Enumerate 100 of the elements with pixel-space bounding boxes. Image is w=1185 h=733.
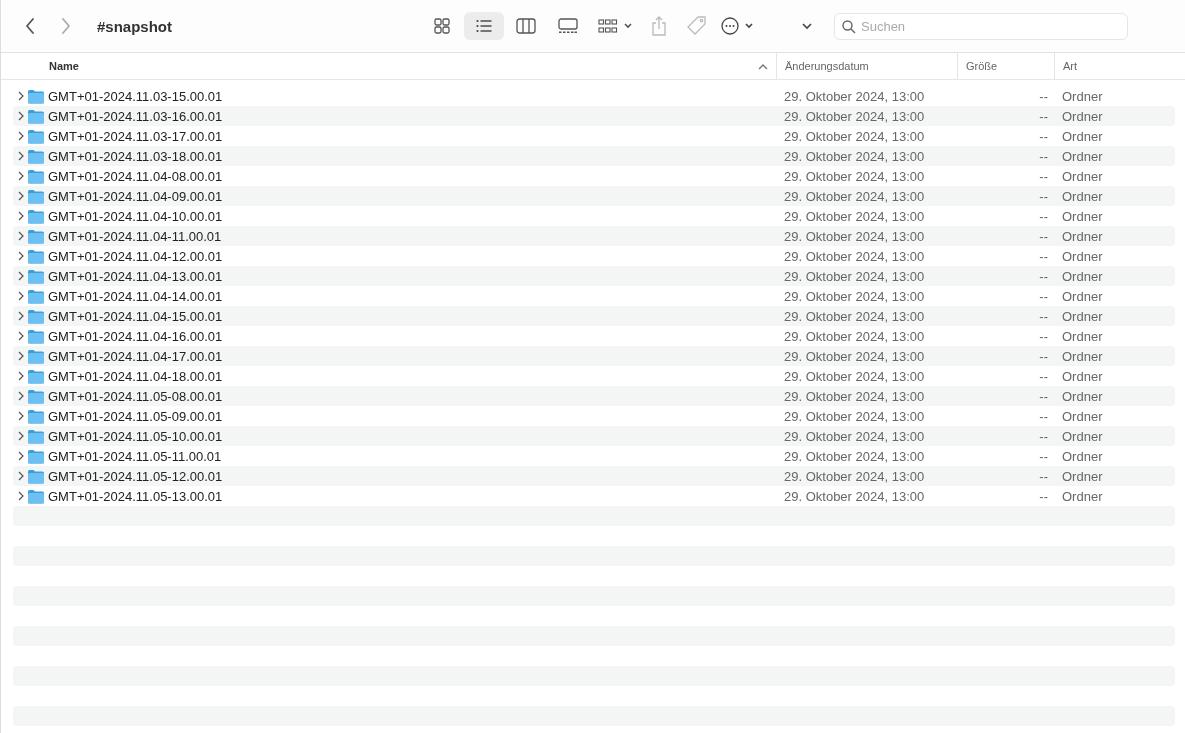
file-name: GMT+01-2024.11.04-12.00.01: [48, 248, 223, 264]
folder-icon: [27, 368, 45, 384]
size-cell-text: --: [1038, 488, 1049, 504]
file-name: GMT+01-2024.11.04-16.00.01: [48, 328, 223, 344]
size-cell-text: --: [1038, 188, 1049, 204]
column-header[interactable]: Änderungsdatum: [776, 53, 957, 79]
folder-icon: [27, 168, 45, 184]
size-cell-text: --: [1038, 288, 1049, 304]
size-cell-text: --: [1038, 108, 1049, 124]
kind-cell-text: Ordner: [1061, 328, 1104, 344]
kind-cell-text: Ordner: [1061, 268, 1104, 284]
folder-icon: [27, 248, 45, 264]
folder-icon: [27, 468, 45, 484]
grid-icon: [433, 17, 451, 35]
folder-icon: [27, 388, 45, 404]
folder-icon: [27, 408, 45, 424]
size-cell-text: --: [1038, 248, 1049, 264]
file-name: GMT+01-2024.11.04-17.00.01: [48, 348, 223, 364]
file-name: GMT+01-2024.11.04-18.00.01: [48, 368, 223, 384]
file-name: GMT+01-2024.11.04-09.00.01: [48, 188, 223, 204]
file-row[interactable]: GMT+01-2024.11.04-11.00.01 29. Oktober 2024, 13:00 -- Ordner: [13, 226, 1175, 246]
kind-cell-text: Ordner: [1061, 108, 1104, 124]
date-cell-text: 29. Oktober 2024, 13:00: [783, 248, 926, 264]
folder-icon: [27, 208, 45, 224]
file-name: GMT+01-2024.11.05-11.00.01: [48, 448, 222, 464]
file-row[interactable]: GMT+01-2024.11.05-09.00.01 29. Oktober 2024, 13:00 -- Ordner: [13, 406, 1175, 426]
file-row[interactable]: GMT+01-2024.11.05-08.00.01 29. Oktober 2024, 13:00 -- Ordner: [13, 386, 1175, 406]
file-row[interactable]: GMT+01-2024.11.05-10.00.01 29. Oktober 2024, 13:00 -- Ordner: [13, 426, 1175, 446]
folder-icon: [27, 308, 45, 324]
file-name: GMT+01-2024.11.04-10.00.01: [48, 208, 223, 224]
window-title: #snapshot: [97, 17, 173, 35]
file-row[interactable]: GMT+01-2024.11.04-13.00.01 29. Oktober 2024, 13:00 -- Ordner: [13, 266, 1175, 286]
file-row[interactable]: GMT+01-2024.11.05-11.00.01 29. Oktober 2024, 13:00 -- Ordner: [13, 446, 1175, 466]
size-cell-text: --: [1038, 228, 1049, 244]
folder-icon: [27, 488, 45, 504]
kind-cell-text: Ordner: [1061, 248, 1104, 264]
column-header[interactable]: Art: [1054, 53, 1174, 79]
size-cell-text: --: [1038, 388, 1049, 404]
date-cell-text: 29. Oktober 2024, 13:00: [783, 368, 926, 384]
file-row[interactable]: GMT+01-2024.11.03-16.00.01 29. Oktober 2024, 13:00 -- Ordner: [13, 106, 1175, 126]
kind-cell-text: Ordner: [1061, 408, 1104, 424]
kind-cell-text: Ordner: [1061, 188, 1104, 204]
file-name: GMT+01-2024.11.03-16.00.01: [48, 108, 223, 124]
date-cell-text: 29. Oktober 2024, 13:00: [783, 408, 926, 424]
kind-cell-text: Ordner: [1061, 448, 1104, 464]
folder-icon: [27, 448, 45, 464]
file-row[interactable]: GMT+01-2024.11.04-16.00.01 29. Oktober 2024, 13:00 -- Ordner: [13, 326, 1175, 346]
back-icon: [25, 18, 35, 34]
column-header[interactable]: Name: [1, 53, 776, 79]
date-cell-text: 29. Oktober 2024, 13:00: [783, 108, 926, 124]
file-row[interactable]: GMT+01-2024.11.04-08.00.01 29. Oktober 2024, 13:00 -- Ordner: [13, 166, 1175, 186]
kind-cell-text: Ordner: [1061, 348, 1104, 364]
kind-cell-text: Ordner: [1061, 488, 1104, 504]
search-field[interactable]: Suchen: [834, 12, 1128, 40]
share-icon: [651, 16, 667, 36]
size-cell-text: --: [1038, 148, 1049, 164]
date-cell-text: 29. Oktober 2024, 13:00: [783, 328, 926, 344]
date-cell-text: 29. Oktober 2024, 13:00: [783, 488, 926, 504]
columns-icon: [516, 17, 536, 35]
kind-cell-text: Ordner: [1061, 88, 1104, 104]
file-name: GMT+01-2024.11.04-15.00.01: [48, 308, 223, 324]
file-row[interactable]: GMT+01-2024.11.04-18.00.01 29. Oktober 2024, 13:00 -- Ordner: [13, 366, 1175, 386]
date-cell-text: 29. Oktober 2024, 13:00: [783, 208, 926, 224]
date-cell-text: 29. Oktober 2024, 13:00: [783, 428, 926, 444]
folder-icon: [27, 128, 45, 144]
file-row[interactable]: GMT+01-2024.11.04-15.00.01 29. Oktober 2024, 13:00 -- Ordner: [13, 306, 1175, 326]
size-cell-text: --: [1038, 88, 1049, 104]
file-row[interactable]: GMT+01-2024.11.03-18.00.01 29. Oktober 2024, 13:00 -- Ordner: [13, 146, 1175, 166]
file-name: GMT+01-2024.11.05-12.00.01: [48, 468, 223, 484]
size-cell-text: --: [1038, 308, 1049, 324]
folder-icon: [27, 268, 45, 284]
file-row[interactable]: GMT+01-2024.11.05-12.00.01 29. Oktober 2024, 13:00 -- Ordner: [13, 466, 1175, 486]
kind-cell-text: Ordner: [1061, 308, 1104, 324]
folder-icon: [27, 88, 45, 104]
size-cell-text: --: [1038, 408, 1049, 424]
file-name: GMT+01-2024.11.03-18.00.01: [48, 148, 223, 164]
folder-icon: [27, 148, 45, 164]
file-name: GMT+01-2024.11.05-10.00.01: [48, 428, 223, 444]
size-cell-text: --: [1038, 368, 1049, 384]
file-row[interactable]: GMT+01-2024.11.04-17.00.01 29. Oktober 2024, 13:00 -- Ordner: [13, 346, 1175, 366]
file-row[interactable]: GMT+01-2024.11.03-15.00.01 29. Oktober 2024, 13:00 -- Ordner: [13, 86, 1175, 106]
file-row[interactable]: GMT+01-2024.11.04-14.00.01 29. Oktober 2024, 13:00 -- Ordner: [13, 286, 1175, 306]
list-view-button[interactable]: [464, 12, 504, 40]
more-icon: [720, 16, 756, 36]
file-row[interactable]: GMT+01-2024.11.04-12.00.01 29. Oktober 2024, 13:00 -- Ordner: [13, 246, 1175, 266]
kind-cell-text: Ordner: [1061, 468, 1104, 484]
size-cell-text: --: [1038, 208, 1049, 224]
file-row[interactable]: GMT+01-2024.11.04-10.00.01 29. Oktober 2024, 13:00 -- Ordner: [13, 206, 1175, 226]
grid-dropdown-icon: [598, 17, 634, 35]
file-row[interactable]: GMT+01-2024.11.05-13.00.01 29. Oktober 2024, 13:00 -- Ordner: [13, 486, 1175, 506]
folder-icon: [27, 188, 45, 204]
file-name: GMT+01-2024.11.04-11.00.01: [48, 228, 222, 244]
size-cell-text: --: [1038, 428, 1049, 444]
column-header[interactable]: Größe: [957, 53, 1054, 79]
file-row[interactable]: GMT+01-2024.11.03-17.00.01 29. Oktober 2024, 13:00 -- Ordner: [13, 126, 1175, 146]
tag-icon: [687, 16, 707, 36]
folder-icon: [27, 348, 45, 364]
kind-cell-text: Ordner: [1061, 168, 1104, 184]
file-row[interactable]: GMT+01-2024.11.04-09.00.01 29. Oktober 2024, 13:00 -- Ordner: [13, 186, 1175, 206]
date-cell-text: 29. Oktober 2024, 13:00: [783, 448, 926, 464]
